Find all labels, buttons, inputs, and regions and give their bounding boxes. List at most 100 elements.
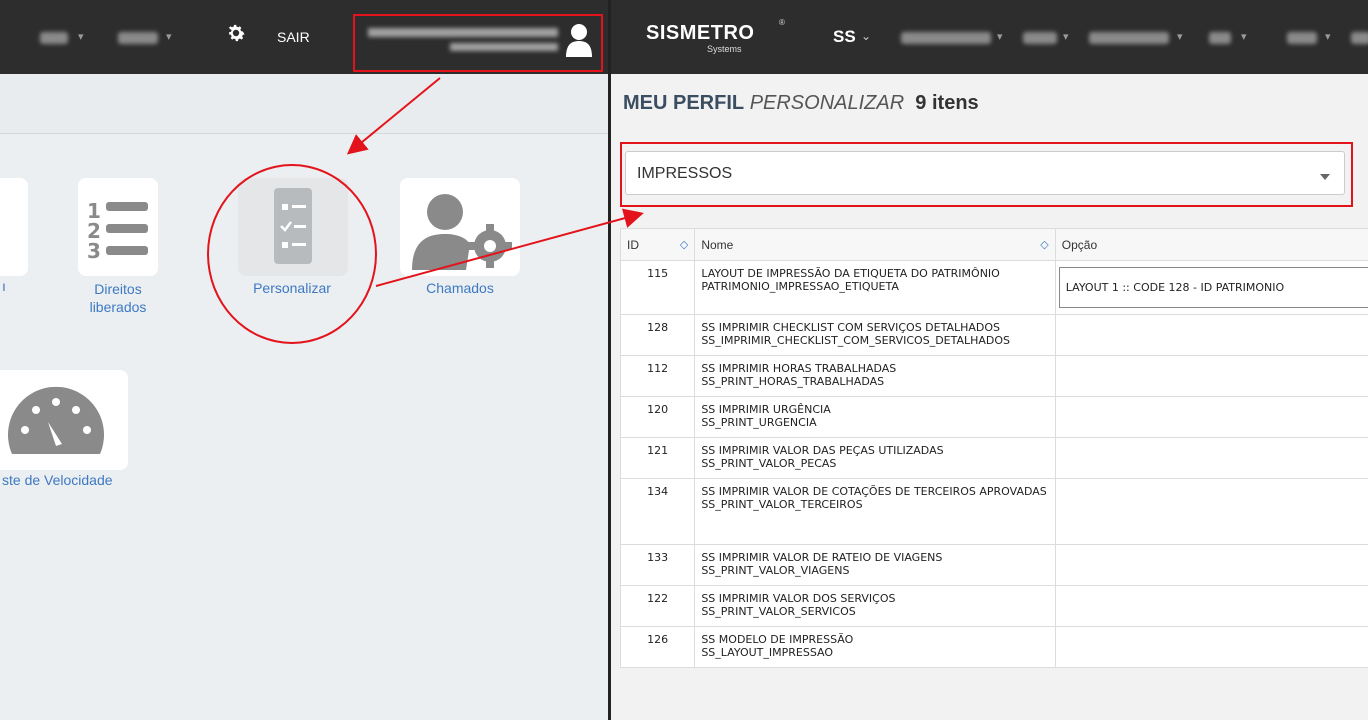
cell-id: 122 bbox=[619, 585, 696, 627]
cell-nome-code: SS_PRINT_VALOR_TERCEIROS bbox=[701, 498, 863, 511]
speedometer-icon bbox=[7, 386, 105, 454]
chevron-down-icon[interactable] bbox=[1320, 174, 1330, 180]
cell-nome-title: SS IMPRIMIR CHECKLIST COM SERVIÇOS DETAL… bbox=[701, 321, 1001, 334]
nav-menu-blurred[interactable] bbox=[1089, 32, 1169, 44]
cell-id: 128 bbox=[619, 314, 696, 356]
cell-nome-code: PATRIMONIO_IMPRESSAO_ETIQUETA bbox=[701, 280, 899, 293]
tile-chamados[interactable] bbox=[400, 178, 520, 276]
table-row[interactable]: 126 SS MODELO DE IMPRESSÃO SS_LAYOUT_IMPRE… bbox=[619, 626, 1368, 668]
option-select[interactable]: LAYOUT 1 :: CODE 128 - ID PATRIMONIO bbox=[1058, 267, 1368, 308]
chevron-down-icon: ▾ bbox=[1177, 31, 1183, 43]
cell-nome-code: SS_LAYOUT_IMPRESSAO bbox=[701, 646, 834, 659]
cell-nome-code: SS_PRINT_HORAS_TRABALHADAS bbox=[701, 375, 885, 388]
tile-direitos-liberados[interactable]: 1 2 3 bbox=[78, 178, 158, 276]
user-menu-highlight[interactable] bbox=[353, 14, 603, 72]
user-name-blurred bbox=[368, 28, 558, 37]
column-header-nome-label: Nome bbox=[701, 237, 734, 252]
cell-opcao[interactable] bbox=[1054, 478, 1368, 545]
cell-nome: SS IMPRIMIR URGÊNCIA SS_PRINT_URGENCIA bbox=[694, 396, 1056, 438]
nav-menu-blurred[interactable] bbox=[40, 32, 68, 44]
cell-nome-title: SS IMPRIMIR HORAS TRABALHADAS bbox=[701, 362, 897, 375]
tile-chamados-label[interactable]: Chamados bbox=[400, 280, 520, 296]
logout-link[interactable]: SAIR bbox=[277, 29, 310, 45]
tile-teste-velocidade-label[interactable]: ste de Velocidade bbox=[2, 472, 142, 488]
nav-menu-blurred[interactable] bbox=[1023, 32, 1057, 44]
cell-id: 121 bbox=[619, 437, 696, 479]
column-header-nome[interactable]: Nome ◇ bbox=[694, 228, 1056, 261]
tile-teste-velocidade[interactable] bbox=[0, 370, 128, 470]
cell-nome: SS IMPRIMIR HORAS TRABALHADAS SS_PRINT_HO… bbox=[694, 355, 1056, 397]
cell-opcao[interactable] bbox=[1054, 437, 1368, 479]
cell-nome-title: SS MODELO DE IMPRESSÃO bbox=[701, 633, 854, 646]
cell-opcao[interactable] bbox=[1054, 396, 1368, 438]
cell-id: 134 bbox=[619, 478, 696, 545]
gear-icon[interactable] bbox=[225, 22, 247, 44]
cell-nome-title: SS IMPRIMIR VALOR DAS PEÇAS UTILIZADAS bbox=[701, 444, 944, 457]
cell-nome-code: SS_PRINT_VALOR_SERVICOS bbox=[701, 605, 856, 618]
table-row[interactable]: 120 SS IMPRIMIR URGÊNCIA SS_PRINT_URGENCIA bbox=[619, 396, 1368, 438]
cell-nome: LAYOUT DE IMPRESSÃO DA ETIQUETA DO PATRI… bbox=[694, 260, 1056, 315]
nav-menu-blurred[interactable] bbox=[118, 32, 158, 44]
nav-menu-blurred[interactable] bbox=[1209, 32, 1231, 44]
numbered-list-icon: 1 2 3 bbox=[87, 199, 148, 263]
cell-nome-code: SS_PRINT_VALOR_PECAS bbox=[701, 457, 837, 470]
cell-id: 112 bbox=[619, 355, 696, 397]
page-title: MEU PERFIL PERSONALIZAR 9 itens bbox=[623, 92, 979, 115]
nav-menu-blurred[interactable] bbox=[1351, 32, 1368, 44]
sort-icon[interactable]: ◇ bbox=[680, 238, 688, 251]
category-select-value: IMPRESSOS bbox=[637, 165, 733, 182]
chevron-down-icon: ▾ bbox=[997, 31, 1003, 43]
chevron-down-icon: ▾ bbox=[1325, 31, 1331, 43]
tile-partial-label: ı bbox=[2, 278, 6, 294]
nav-menu-blurred[interactable] bbox=[1287, 32, 1317, 44]
tile-partial[interactable] bbox=[0, 178, 28, 276]
page-title-main: MEU PERFIL bbox=[623, 92, 745, 114]
table-row[interactable]: 122 SS IMPRIMIR VALOR DOS SERVIÇOS SS_PRIN… bbox=[619, 585, 1368, 627]
sismetro-logo-sub: Systems bbox=[707, 44, 742, 54]
nav-menu-ss[interactable]: SS bbox=[833, 27, 856, 47]
cell-nome: SS IMPRIMIR VALOR DAS PEÇAS UTILIZADAS SS… bbox=[694, 437, 1056, 479]
cell-id: 120 bbox=[619, 396, 696, 438]
svg-text:3: 3 bbox=[87, 239, 101, 263]
category-select[interactable]: IMPRESSOS bbox=[625, 151, 1345, 195]
cell-id: 126 bbox=[619, 626, 696, 668]
cell-opcao[interactable] bbox=[1054, 314, 1368, 356]
cell-nome: SS IMPRIMIR VALOR DE COTAÇÕES DE TERCEIR… bbox=[694, 478, 1056, 545]
table-row[interactable]: 128 SS IMPRIMIR CHECKLIST COM SERVIÇOS DE… bbox=[619, 314, 1368, 356]
sismetro-logo[interactable]: SISMETRO bbox=[646, 22, 754, 45]
user-gear-icon bbox=[412, 194, 512, 270]
cell-opcao[interactable] bbox=[1054, 626, 1368, 668]
column-header-opcao-label: Opção bbox=[1061, 237, 1098, 252]
cell-opcao[interactable] bbox=[1054, 585, 1368, 627]
cell-opcao[interactable]: LAYOUT 1 :: CODE 128 - ID PATRIMONIO bbox=[1054, 260, 1368, 315]
tile-direitos-liberados-label[interactable]: Direitos liberados bbox=[78, 280, 158, 316]
cell-nome: SS IMPRIMIR VALOR DOS SERVIÇOS SS_PRINT_V… bbox=[694, 585, 1056, 627]
cell-nome-title: SS IMPRIMIR VALOR DE COTAÇÕES DE TERCEIR… bbox=[701, 485, 1047, 498]
user-detail-blurred bbox=[450, 43, 558, 51]
left-pane: ▾ ▾ SAIR ı 1 2 3 Direitos liberados Pers… bbox=[0, 0, 610, 720]
cell-nome-code: SS_PRINT_VALOR_VIAGENS bbox=[701, 564, 850, 577]
registered-mark: ® bbox=[779, 18, 785, 27]
column-header-id[interactable]: ID ◇ bbox=[619, 228, 696, 261]
cell-nome-title: SS IMPRIMIR VALOR DE RATEIO DE VIAGENS bbox=[701, 551, 943, 564]
chevron-down-icon: ⌄ bbox=[861, 29, 872, 43]
left-subheader bbox=[0, 74, 610, 134]
cell-nome: SS IMPRIMIR VALOR DE RATEIO DE VIAGENS SS… bbox=[694, 544, 1056, 586]
nav-menu-blurred[interactable] bbox=[901, 32, 991, 44]
table-row[interactable]: 115 LAYOUT DE IMPRESSÃO DA ETIQUETA DO PA… bbox=[619, 260, 1368, 315]
cell-id: 115 bbox=[619, 260, 696, 315]
page-title-sub: PERSONALIZAR bbox=[749, 92, 905, 114]
filter-highlight: IMPRESSOS bbox=[620, 142, 1353, 207]
table-row[interactable]: 134 SS IMPRIMIR VALOR DE COTAÇÕES DE TERC… bbox=[619, 478, 1368, 545]
cell-id: 133 bbox=[619, 544, 696, 586]
table-row[interactable]: 121 SS IMPRIMIR VALOR DAS PEÇAS UTILIZADA… bbox=[619, 437, 1368, 479]
chevron-down-icon: ▾ bbox=[166, 31, 172, 43]
table-row[interactable]: 112 SS IMPRIMIR HORAS TRABALHADAS SS_PRINT… bbox=[619, 355, 1368, 397]
table-row[interactable]: 133 SS IMPRIMIR VALOR DE RATEIO DE VIAGEN… bbox=[619, 544, 1368, 586]
cell-opcao[interactable] bbox=[1054, 544, 1368, 586]
cell-nome-title: SS IMPRIMIR URGÊNCIA bbox=[701, 403, 831, 416]
right-pane: SISMETRO ® Systems SS ⌄ ▾ ▾ ▾ ▾ ▾ MEU PE… bbox=[611, 0, 1368, 720]
sort-icon[interactable]: ◇ bbox=[1040, 238, 1048, 251]
right-navbar: SISMETRO ® Systems SS ⌄ ▾ ▾ ▾ ▾ ▾ bbox=[611, 0, 1368, 74]
cell-opcao[interactable] bbox=[1054, 355, 1368, 397]
